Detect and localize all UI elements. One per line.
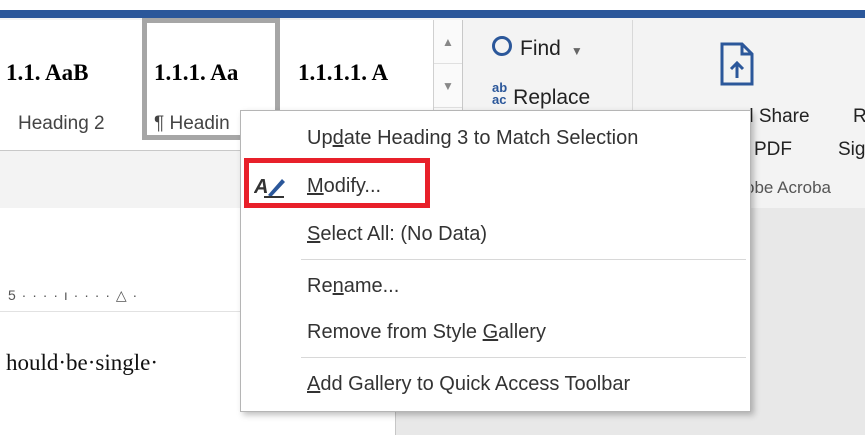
find-button[interactable]: Find ▼ xyxy=(492,35,583,61)
menu-update-heading[interactable]: Update Heading 3 to Match Selection xyxy=(241,115,750,161)
menu-label: Remove from Style Gallery xyxy=(307,321,546,343)
menu-label: Add Gallery to Quick Access Toolbar xyxy=(307,373,631,395)
annotation-highlight-box xyxy=(244,158,430,208)
document-text: hould·be·single· xyxy=(6,350,159,375)
style-name: Heading 2 xyxy=(18,113,105,134)
ruler-ticks: 5 · · · · ı · · · · △ · xyxy=(8,287,139,303)
menu-label: Select All: (No Data) xyxy=(307,223,488,245)
replace-button[interactable]: ab ac Replace xyxy=(492,80,591,110)
find-label: Find xyxy=(520,37,561,60)
menu-label: Update Heading 3 to Match Selection xyxy=(307,127,639,149)
context-menu: Update Heading 3 to Match Selection A Mo… xyxy=(240,110,751,412)
style-preview: 1.1. AaB xyxy=(6,60,89,85)
request-label-2: Sig xyxy=(838,139,865,160)
chevron-down-icon: ▼ xyxy=(570,44,583,58)
replace-label: Replace xyxy=(513,86,591,109)
menu-separator xyxy=(301,357,746,358)
menu-label: Rename... xyxy=(307,275,400,297)
style-preview: 1.1.1.1. A xyxy=(298,60,389,85)
request-label-1: R xyxy=(853,106,865,127)
menu-separator xyxy=(301,259,746,260)
title-bar xyxy=(0,0,865,20)
create-share-label-2: PDF xyxy=(754,139,792,160)
search-icon xyxy=(492,36,512,56)
create-share-label-1: d Share xyxy=(743,106,810,127)
menu-rename[interactable]: Rename... xyxy=(241,263,750,309)
scroll-down-icon[interactable]: ▼ xyxy=(434,64,462,108)
replace-icon: ab ac xyxy=(492,80,508,107)
menu-add-gallery-to-qat[interactable]: Add Gallery to Quick Access Toolbar xyxy=(241,361,750,407)
pdf-share-icon[interactable] xyxy=(718,42,758,90)
scroll-up-icon[interactable]: ▲ xyxy=(434,20,462,64)
style-heading-2[interactable]: 1.1. AaB Heading 2 xyxy=(0,20,142,146)
menu-select-all[interactable]: Select All: (No Data) xyxy=(241,211,750,257)
accent-stripe xyxy=(0,10,865,18)
acrobat-group-label: obe Acroba xyxy=(745,178,832,197)
menu-remove-from-gallery[interactable]: Remove from Style Gallery xyxy=(241,309,750,355)
